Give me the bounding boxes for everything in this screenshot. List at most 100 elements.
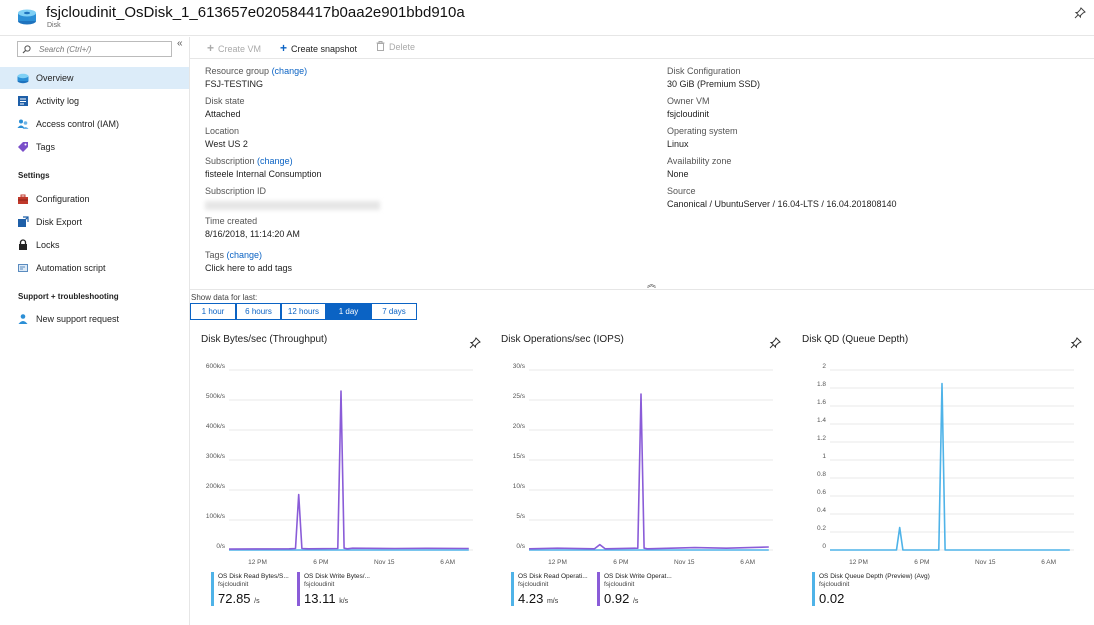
tag-icon — [18, 142, 28, 152]
divider — [190, 289, 1094, 290]
sidebar-item-disk-export[interactable]: Disk Export — [0, 211, 189, 233]
series-line — [228, 390, 469, 550]
x-tick-label: 6 AM — [1041, 559, 1056, 566]
legend-item[interactable]: OS Disk Write Operat... fsjcloudinit 0.9… — [597, 572, 677, 608]
subscription-field: Subscription (change) fisteele Internal … — [205, 156, 322, 179]
change-tags-link[interactable]: (change) — [227, 250, 263, 260]
y-tick-label: 1.6 — [817, 399, 826, 406]
sidebar-item-label: Disk Export — [36, 217, 83, 227]
range-1-hour-button[interactable]: 1 hour — [190, 303, 236, 320]
range-12-hours-button[interactable]: 12 hours — [281, 303, 326, 320]
y-tick-label: 500k/s — [206, 393, 226, 400]
subscription-link[interactable]: fisteele Internal Consumption — [205, 169, 322, 179]
source-value: Canonical / UbuntuServer / 16.04-LTS / 1… — [667, 199, 897, 209]
pin-icon[interactable] — [769, 337, 781, 349]
command-bar: + Create VM + Create snapshot Delete — [190, 37, 1094, 59]
x-tick-label: 12 PM — [248, 559, 267, 566]
y-tick-label: 2 — [822, 363, 826, 370]
y-tick-label: 15/s — [513, 453, 526, 460]
y-tick-label: 0/s — [216, 543, 225, 550]
create-vm-button[interactable]: + Create VM — [207, 41, 261, 55]
collapse-sidebar-icon[interactable]: « — [177, 38, 183, 49]
people-icon — [17, 119, 29, 129]
pin-icon[interactable] — [469, 337, 481, 349]
location-value: West US 2 — [205, 139, 248, 149]
owner-vm-link[interactable]: fsjcloudinit — [667, 109, 710, 119]
x-tick-label: 12 PM — [849, 559, 868, 566]
y-tick-label: 30/s — [513, 363, 526, 370]
change-subscription-link[interactable]: (change) — [257, 156, 293, 166]
range-1-day-button[interactable]: 1 day — [326, 303, 371, 320]
y-tick-label: 0.2 — [817, 525, 826, 532]
x-tick-label: 6 PM — [914, 559, 929, 566]
support-request-icon — [18, 314, 28, 324]
legend-item[interactable]: OS Disk Read Operati... fsjcloudinit 4.2… — [511, 572, 591, 608]
legend-swatch — [211, 572, 214, 606]
range-6-hours-button[interactable]: 6 hours — [236, 303, 281, 320]
throughput-chart-tile[interactable]: Disk Bytes/sec (Throughput) 0/s 100k/s 200… — [191, 330, 491, 620]
pin-icon[interactable] — [1074, 7, 1086, 19]
sidebar-item-label: Configuration — [36, 194, 90, 204]
x-tick-label: 12 PM — [548, 559, 567, 566]
support-section-title: Support + troubleshooting — [18, 292, 119, 301]
availability-zone-value: None — [667, 169, 689, 179]
plus-icon: + — [207, 41, 215, 55]
sidebar-item-overview[interactable]: Overview — [0, 67, 189, 89]
x-tick-label: Nov 15 — [975, 559, 996, 566]
sidebar-item-label: Tags — [36, 142, 56, 152]
add-tags-link[interactable]: Click here to add tags — [205, 263, 292, 273]
y-tick-label: 1.4 — [817, 417, 826, 424]
legend-value: 4.23 — [518, 591, 544, 606]
legend-value: 0.02 — [819, 591, 845, 606]
y-tick-label: 600k/s — [206, 363, 226, 370]
blade-header: fsjcloudinit_OsDisk_1_613657e020584417b0… — [0, 0, 1094, 36]
y-tick-label: 0/s — [516, 543, 525, 550]
legend-item[interactable]: OS Disk Read Bytes/S... fsjcloudinit 72.… — [211, 572, 291, 608]
disk-state-field: Disk state Attached — [205, 96, 245, 119]
pin-icon[interactable] — [1070, 337, 1082, 349]
y-tick-label: 100k/s — [206, 513, 226, 520]
sidebar-item-tags[interactable]: Tags — [0, 136, 189, 158]
sidebar-item-label: Automation script — [36, 263, 106, 273]
plus-icon: + — [280, 41, 288, 55]
x-tick-label: 6 PM — [613, 559, 628, 566]
sidebar-item-configuration[interactable]: Configuration — [0, 188, 189, 210]
resource-group-link[interactable]: FSJ-TESTING — [205, 79, 307, 89]
range-7-days-button[interactable]: 7 days — [371, 303, 417, 320]
time-created-field: Time created 8/16/2018, 11:14:20 AM — [205, 216, 300, 239]
y-tick-label: 1.2 — [817, 435, 826, 442]
iops-chart-tile[interactable]: Disk Operations/sec (IOPS) 0/s 5/s 10/s 15/… — [491, 330, 791, 620]
sidebar-item-automation-script[interactable]: Automation script — [0, 257, 189, 279]
page-title: fsjcloudinit_OsDisk_1_613657e020584417b0… — [46, 4, 465, 21]
throughput-plot: 0/s 100k/s 200k/s 300k/s 400k/s 500k/s 600k/s 1… — [206, 363, 473, 566]
change-resource-group-link[interactable]: (change) — [272, 66, 308, 76]
page-subtitle: Disk — [47, 22, 61, 29]
disk-configuration-field: Disk Configuration 30 GiB (Premium SSD) — [667, 66, 761, 89]
sidebar-item-iam[interactable]: Access control (IAM) — [0, 113, 189, 135]
sidebar-item-locks[interactable]: Locks — [0, 234, 189, 256]
operating-system-value: Linux — [667, 139, 689, 149]
lock-icon — [19, 239, 27, 250]
x-tick-label: 6 AM — [740, 559, 755, 566]
delete-button[interactable]: Delete — [376, 41, 415, 52]
x-tick-label: 6 AM — [440, 559, 455, 566]
y-tick-label: 5/s — [516, 513, 525, 520]
y-tick-label: 300k/s — [206, 453, 226, 460]
sidebar-item-new-support-request[interactable]: New support request — [0, 308, 189, 330]
disk-icon — [17, 73, 29, 84]
legend-item[interactable]: OS Disk Write Bytes/... fsjcloudinit 13.… — [297, 572, 377, 608]
owner-vm-field: Owner VM fsjcloudinit — [667, 96, 710, 119]
legend-swatch — [812, 572, 815, 606]
settings-section-title: Settings — [18, 171, 50, 180]
y-tick-label: 0.6 — [817, 489, 826, 496]
queue-depth-chart-tile[interactable]: Disk QD (Queue Depth) 0 0.2 0.4 0.6 0.8 1 1.2 1… — [792, 330, 1092, 620]
legend-value: 72.85 — [218, 591, 251, 606]
create-snapshot-button[interactable]: + Create snapshot — [280, 41, 357, 55]
location-field: Location West US 2 — [205, 126, 248, 149]
availability-zone-field: Availability zone None — [667, 156, 732, 179]
legend-item[interactable]: OS Disk Queue Depth (Preview) (Avg) fsjc… — [812, 572, 952, 608]
search-placeholder: Search (Ctrl+/) — [39, 45, 92, 54]
sidebar-item-label: Overview — [36, 73, 74, 83]
sidebar-item-activity-log[interactable]: Activity log — [0, 90, 189, 112]
search-input[interactable]: Search (Ctrl+/) — [17, 41, 172, 57]
